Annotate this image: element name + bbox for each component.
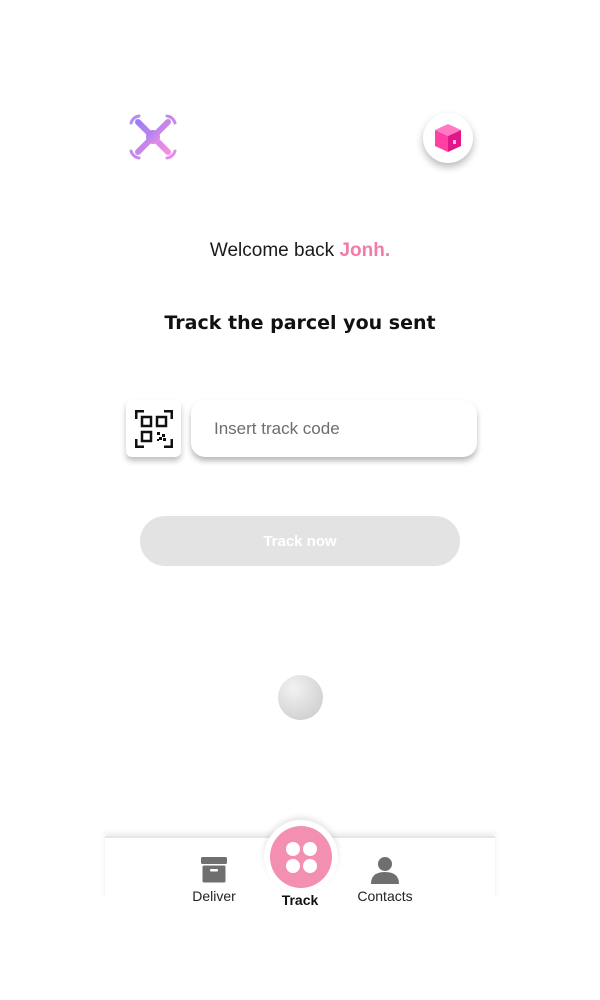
qr-code-icon: [134, 409, 173, 448]
track-now-button[interactable]: Track now: [140, 516, 460, 566]
parcel-button[interactable]: [423, 113, 473, 163]
welcome-prefix: Welcome back: [209, 240, 335, 261]
person-icon: [371, 857, 399, 884]
package-box-icon: [435, 124, 461, 152]
nav-label-deliver: Deliver: [192, 888, 236, 904]
loading-indicator: [278, 675, 323, 720]
track-code-input[interactable]: [191, 400, 477, 457]
archive-box-icon: [201, 857, 227, 883]
nav-item-track[interactable]: [270, 826, 332, 888]
nav-item-deliver[interactable]: Deliver: [169, 856, 259, 904]
welcome-message: Welcome back Jonh.: [0, 240, 600, 262]
page-title: Track the parcel you sent: [164, 312, 436, 334]
app-logo: [128, 114, 178, 160]
nav-label-contacts: Contacts: [357, 888, 413, 904]
nav-label-track: Track: [281, 892, 319, 908]
drone-icon: [129, 114, 177, 160]
user-name: Jonh.: [339, 240, 391, 261]
scan-qr-button[interactable]: [126, 400, 181, 457]
nav-item-contacts[interactable]: Contacts: [340, 856, 430, 904]
